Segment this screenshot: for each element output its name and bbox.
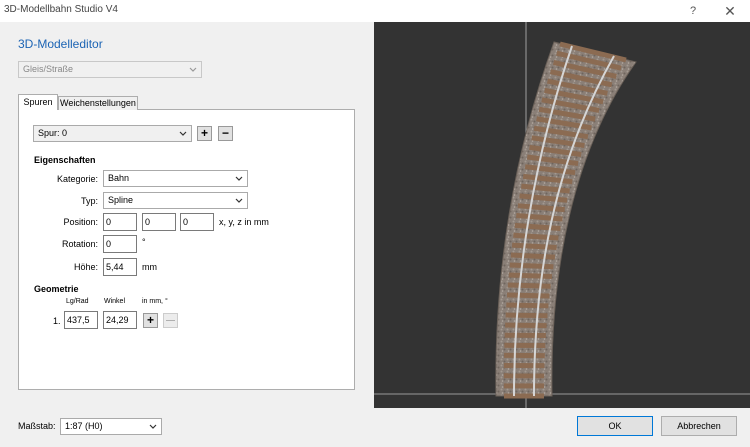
chevron-down-icon	[235, 198, 243, 203]
sleeper	[511, 242, 557, 250]
geometry-row-index: 1.	[53, 316, 61, 326]
scale-label: Maßstab:	[18, 421, 56, 431]
scale-value: 1:87 (H0)	[65, 421, 103, 431]
position-z-field[interactable]: 0	[180, 213, 214, 231]
geometry-section-title: Geometrie	[34, 284, 79, 294]
position-x-field[interactable]: 0	[103, 213, 137, 231]
rotation-field[interactable]: 0	[103, 235, 137, 253]
object-type-select: Gleis/Straße	[18, 61, 202, 78]
remove-spur-button[interactable]: −	[218, 126, 233, 141]
geometry-col-angle: Winkel	[104, 298, 126, 305]
tab-panel	[18, 109, 355, 390]
typ-select[interactable]: Spline	[103, 192, 248, 209]
spur-select[interactable]: Spur: 0	[33, 125, 192, 142]
tab-spuren[interactable]: Spuren	[18, 94, 58, 110]
geometry-radius-field[interactable]: 437,5	[64, 311, 98, 329]
kategorie-value: Bahn	[108, 173, 130, 183]
sleeper	[513, 232, 559, 241]
geometry-col-radius: Lg/Rad	[66, 298, 89, 305]
chevron-down-icon	[235, 176, 243, 181]
properties-section-title: Eigenschaften	[34, 155, 96, 165]
chevron-down-icon	[189, 67, 197, 72]
sleeper	[508, 272, 553, 279]
sleeper	[506, 292, 550, 299]
typ-label: Typ:	[80, 196, 98, 206]
object-type-value: Gleis/Straße	[23, 64, 74, 74]
rotation-label: Rotation:	[61, 239, 98, 249]
chevron-down-icon	[149, 424, 157, 429]
add-spur-button[interactable]: +	[197, 126, 212, 141]
position-label: Position:	[63, 217, 98, 227]
add-geometry-button[interactable]: +	[143, 313, 158, 328]
hoehe-unit: mm	[142, 262, 157, 272]
scale-select[interactable]: 1:87 (H0)	[60, 418, 162, 435]
3d-viewport[interactable]	[374, 22, 750, 408]
position-y-field[interactable]: 0	[142, 213, 176, 231]
hoehe-label: Höhe:	[73, 262, 98, 272]
tab-weichenstellungen[interactable]: Weichenstellungen	[58, 96, 138, 110]
help-button[interactable]: ?	[684, 2, 702, 20]
editor-heading: 3D-Modelleditor	[18, 37, 103, 51]
remove-geometry-button[interactable]: —	[163, 313, 178, 328]
typ-value: Spline	[108, 195, 134, 205]
sleeper	[510, 252, 556, 260]
kategorie-label: Kategorie:	[56, 174, 98, 184]
sleeper	[514, 222, 561, 231]
geometry-angle-field[interactable]: 24,29	[103, 311, 137, 329]
sleeper	[506, 302, 549, 309]
track-preview	[374, 22, 750, 408]
ok-button[interactable]: OK	[577, 416, 653, 436]
rotation-unit: °	[142, 237, 146, 247]
geometry-col-unit: in mm, °	[142, 298, 168, 305]
kategorie-select[interactable]: Bahn	[103, 170, 248, 187]
sleeper	[509, 262, 554, 270]
close-button[interactable]: ✕	[720, 2, 740, 20]
sleeper	[516, 213, 563, 222]
sleeper	[507, 282, 551, 289]
hoehe-field[interactable]: 5,44	[103, 258, 137, 276]
chevron-down-icon	[179, 131, 187, 136]
cancel-button[interactable]: Abbrechen	[661, 416, 737, 436]
spur-value: Spur: 0	[38, 128, 68, 138]
window-title: 3D-Modellbahn Studio V4	[4, 4, 118, 15]
sleeper	[505, 312, 548, 319]
position-unit: x, y, z in mm	[219, 217, 269, 227]
